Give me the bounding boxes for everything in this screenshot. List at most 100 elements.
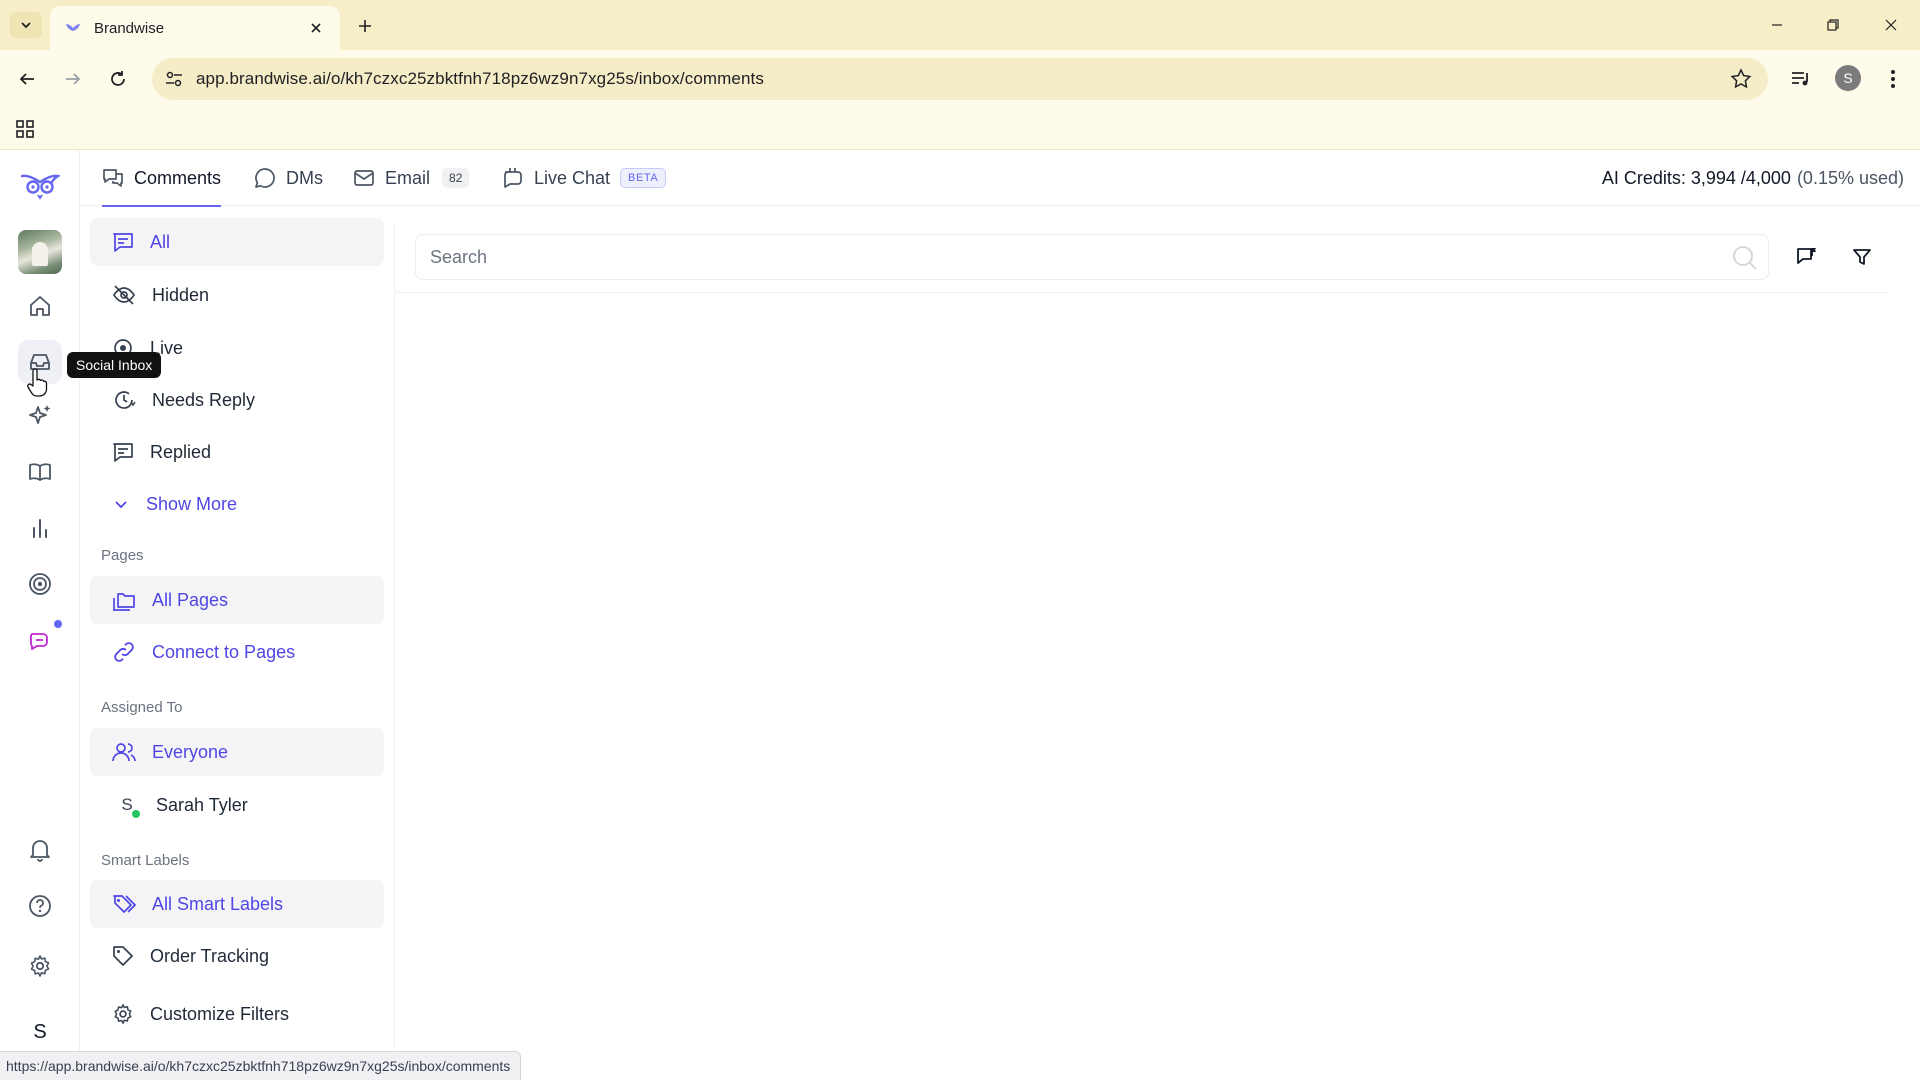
book-open-icon — [29, 463, 51, 481]
forward-button[interactable] — [58, 64, 88, 94]
filter-all-smart-labels[interactable]: All Smart Labels — [90, 880, 384, 928]
minimize-button[interactable] — [1760, 10, 1794, 40]
tab-search-button[interactable] — [10, 12, 42, 38]
inbox-tabs: Comments DMs Email 82 Live Chat BETA AI … — [80, 150, 1920, 207]
show-more-button[interactable]: Show More — [90, 480, 384, 528]
address-bar[interactable]: app.brandwise.ai/o/kh7czxc25zbktfnh718pz… — [152, 58, 1768, 100]
tab-dms[interactable]: DMs — [254, 150, 323, 206]
rail-settings[interactable] — [18, 944, 62, 988]
link-status-bar: https://app.brandwise.ai/o/kh7czxc25zbkt… — [0, 1051, 522, 1080]
connect-to-pages-label: Connect to Pages — [152, 641, 296, 662]
ai-credits: AI Credits: 3,994 /4,000 (0.15% used) — [1602, 168, 1904, 189]
profile-avatar[interactable]: S — [1835, 65, 1861, 91]
filter-sarah-tyler[interactable]: S Sarah Tyler — [90, 781, 384, 829]
filter-everyone-label: Everyone — [152, 741, 229, 762]
comments-panel — [394, 222, 1889, 1058]
filter-all-label: All — [150, 231, 171, 252]
message-square-icon — [113, 233, 133, 252]
rail-analytics[interactable] — [18, 506, 62, 550]
tab-email-label: Email — [385, 167, 431, 188]
tab-title: Brandwise — [94, 19, 165, 37]
apps-shortcut[interactable] — [12, 116, 38, 142]
search-input[interactable] — [430, 235, 1700, 279]
filter-all-pages[interactable]: All Pages — [90, 576, 384, 624]
flag-message-button[interactable] — [1787, 238, 1825, 276]
chat-sparkle-icon — [29, 633, 48, 650]
back-button[interactable] — [12, 64, 42, 94]
reload-button[interactable] — [103, 64, 133, 94]
filter-replied[interactable]: Replied — [90, 428, 384, 476]
chevron-down-icon — [21, 22, 31, 29]
filter-hidden[interactable]: Hidden — [90, 271, 384, 319]
connect-to-pages-link[interactable]: Connect to Pages — [90, 628, 384, 676]
gear-icon — [114, 1004, 132, 1024]
reload-icon — [111, 71, 125, 86]
search-box[interactable] — [415, 234, 1769, 280]
funnel-icon — [1853, 249, 1871, 265]
rail-notifications[interactable] — [18, 828, 62, 872]
brandwise-favicon-icon — [66, 24, 80, 31]
pages-heading: Pages — [101, 547, 144, 564]
brand-avatar[interactable] — [18, 230, 62, 274]
arrow-left-icon — [19, 73, 34, 85]
rail-knowledge-base[interactable] — [18, 450, 62, 494]
email-count-badge: 82 — [442, 168, 470, 188]
close-window-button[interactable] — [1874, 10, 1908, 40]
rail-help[interactable] — [18, 884, 62, 928]
comments-icon — [103, 169, 123, 187]
nav-rail: S — [0, 150, 80, 1080]
target-icon — [29, 573, 51, 595]
link-icon — [114, 642, 134, 662]
filter-all[interactable]: All — [90, 218, 384, 266]
apps-grid-icon — [16, 120, 34, 138]
user-avatar[interactable]: S — [18, 1010, 62, 1054]
mail-icon — [354, 170, 374, 186]
hand-cursor-icon — [27, 368, 48, 397]
restore-icon — [1827, 19, 1839, 31]
tab-comments[interactable]: Comments — [102, 150, 222, 207]
filter-needs-reply[interactable]: Needs Reply — [90, 376, 384, 424]
search-icon[interactable] — [1732, 245, 1758, 271]
bar-chart-icon — [33, 519, 47, 538]
rail-home[interactable] — [18, 284, 62, 328]
rail-goals[interactable] — [18, 562, 62, 606]
tab-close-icon[interactable] — [306, 18, 326, 38]
tab-live-chat[interactable]: Live Chat BETA — [502, 150, 667, 206]
tab-comments-label: Comments — [134, 167, 222, 188]
assigned-heading: Assigned To — [101, 699, 183, 716]
site-settings-icon[interactable] — [164, 69, 184, 89]
filter-needs-reply-label: Needs Reply — [152, 389, 256, 410]
tab-live-chat-label: Live Chat — [534, 167, 611, 188]
message-flag-icon — [1797, 248, 1816, 264]
sparkles-icon — [29, 405, 51, 424]
restore-button[interactable] — [1816, 10, 1850, 40]
filter-sarah-tyler-label: Sarah Tyler — [156, 794, 248, 815]
rail-ai-assistant[interactable] — [18, 394, 62, 438]
message-square-text-icon — [113, 443, 133, 462]
brandwise-app: S Comments DMs Email 82 Live Chat BETA A… — [0, 150, 1920, 1080]
filter-everyone[interactable]: Everyone — [90, 728, 384, 776]
media-controls-button[interactable] — [1786, 64, 1816, 94]
filter-replied-label: Replied — [150, 441, 212, 462]
filter-button[interactable] — [1843, 238, 1881, 276]
live-chat-icon — [504, 168, 522, 188]
chevron-down-icon — [115, 501, 127, 509]
show-more-label: Show More — [146, 493, 238, 514]
bell-icon — [30, 840, 50, 862]
ai-credits-used: (0.15% used) — [1796, 168, 1904, 188]
filter-all-pages-label: All Pages — [152, 589, 229, 610]
filter-order-tracking[interactable]: Order Tracking — [90, 932, 384, 980]
ai-credits-value: AI Credits: 3,994 /4,000 — [1601, 168, 1791, 188]
browser-menu-button[interactable] — [1878, 64, 1908, 94]
users-icon — [112, 743, 136, 762]
tab-email[interactable]: Email 82 — [353, 150, 470, 206]
url-text[interactable]: app.brandwise.ai/o/kh7czxc25zbktfnh718pz… — [196, 69, 764, 89]
customize-filters-button[interactable]: Customize Filters — [90, 990, 384, 1038]
bookmark-star-icon[interactable] — [1730, 68, 1752, 90]
new-tab-button[interactable] — [352, 13, 378, 39]
social-inbox-tooltip: Social Inbox — [67, 352, 162, 378]
tag-icon — [113, 946, 133, 966]
browser-tab[interactable]: Brandwise — [50, 6, 340, 50]
home-icon — [30, 296, 50, 316]
brandwise-owl-logo-icon[interactable] — [20, 170, 60, 200]
